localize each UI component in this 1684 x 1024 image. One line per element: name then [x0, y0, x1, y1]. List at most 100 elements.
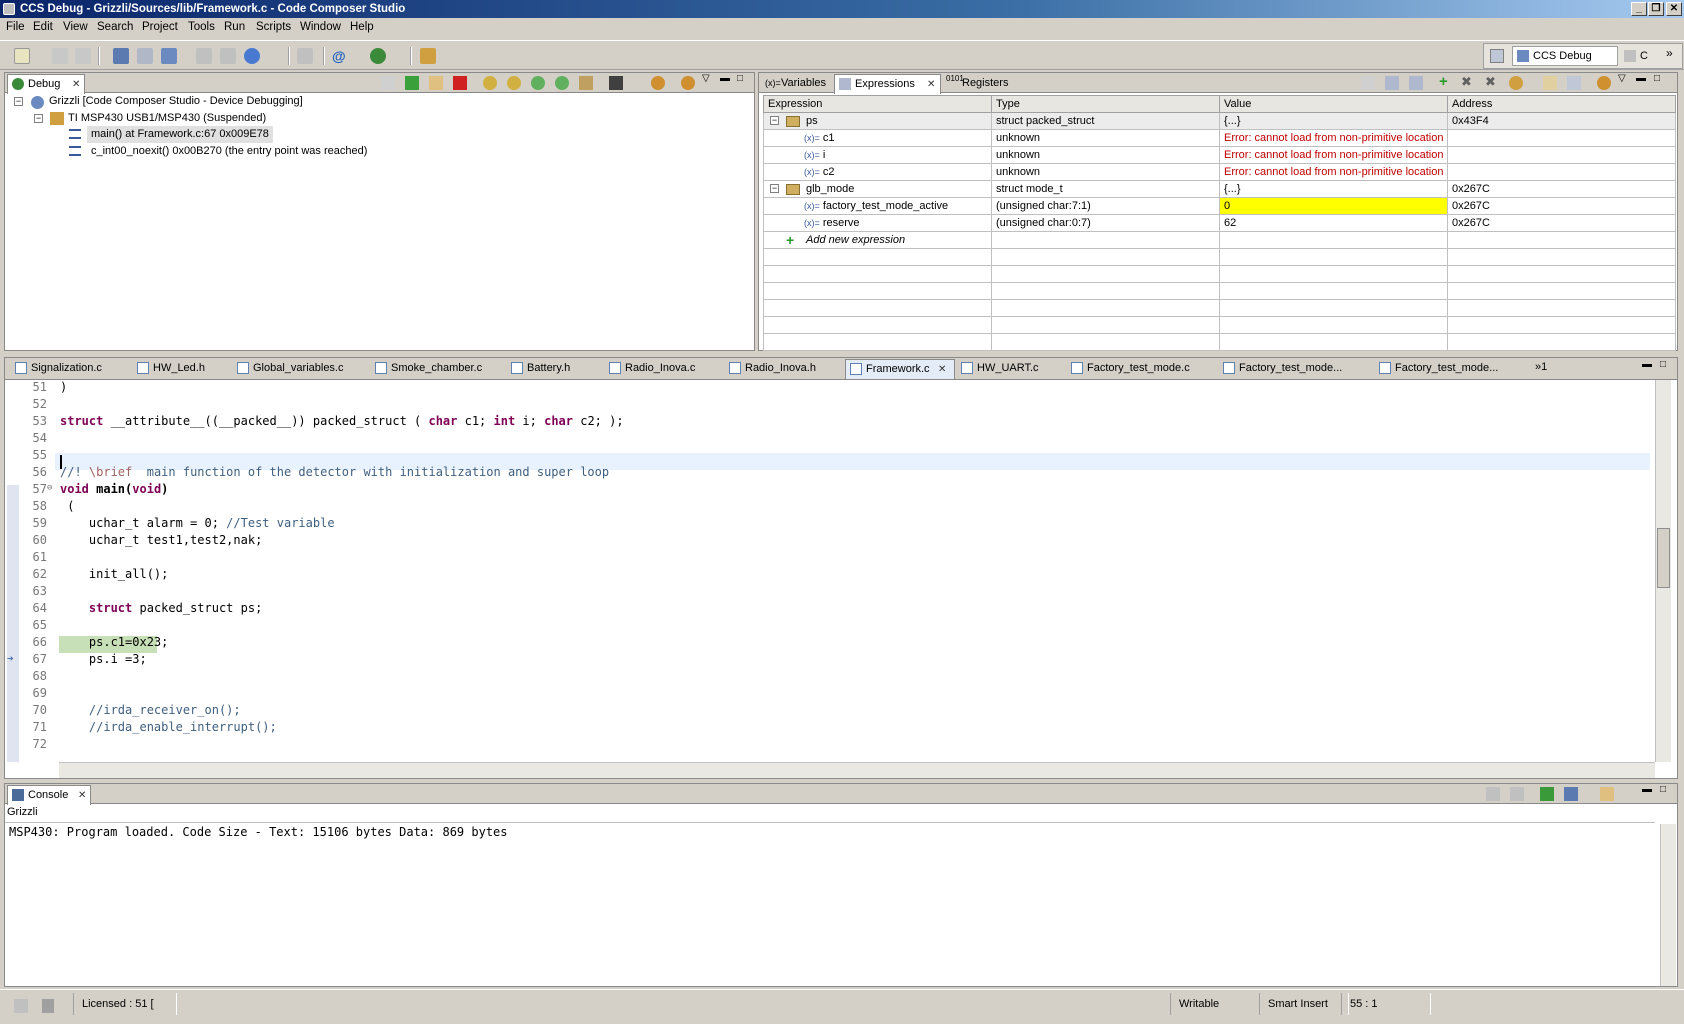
- reset-icon[interactable]: [196, 48, 212, 64]
- collapse-icon[interactable]: [1409, 76, 1423, 90]
- expression-cell[interactable]: − glb_mode: [763, 180, 992, 198]
- expression-cell[interactable]: (x)= i: [763, 146, 992, 164]
- tab-smoke-chamber-c[interactable]: Smoke_chamber.c: [371, 359, 505, 378]
- step-over-icon[interactable]: [507, 76, 521, 90]
- remove-all-icon[interactable]: ✖: [1485, 74, 1496, 90]
- tab-factory-test-mode-2[interactable]: Factory_test_mode...: [1219, 359, 1373, 378]
- table-row[interactable]: + Add new expression: [763, 231, 1676, 249]
- save-icon[interactable]: [52, 48, 68, 64]
- suspend-icon[interactable]: [429, 76, 443, 90]
- menu-search[interactable]: Search: [97, 21, 133, 33]
- menu-file[interactable]: File: [6, 21, 25, 33]
- open-console-icon[interactable]: [1600, 787, 1614, 801]
- table-row[interactable]: (x)= c2 unknown Error: cannot load from …: [763, 163, 1676, 181]
- display-console-icon[interactable]: [1564, 787, 1578, 801]
- external-tools-icon[interactable]: [420, 48, 436, 64]
- remove-expression-icon[interactable]: ✖: [1461, 74, 1472, 90]
- minimize-view-icon[interactable]: ▬: [1636, 73, 1646, 84]
- add-new-expression[interactable]: + Add new expression: [763, 231, 992, 249]
- tab-hw-uart-c[interactable]: HW_UART.c: [957, 359, 1065, 378]
- tab-console[interactable]: Console ✕: [7, 785, 91, 805]
- clear-console-icon[interactable]: [1486, 787, 1500, 801]
- tab-signalization-c[interactable]: Signalization.c: [11, 359, 131, 378]
- at-icon[interactable]: @: [332, 48, 348, 64]
- table-row[interactable]: (x)= factory_test_mode_active (unsigned …: [763, 197, 1676, 215]
- tab-global-variables-c[interactable]: Global_variables.c: [233, 359, 369, 378]
- expression-cell[interactable]: (x)= factory_test_mode_active: [763, 197, 992, 215]
- connect-icon[interactable]: [137, 48, 153, 64]
- tree-expander[interactable]: −: [34, 114, 43, 123]
- value-cell[interactable]: Error: cannot load from non-primitive lo…: [1219, 129, 1448, 147]
- menu-help[interactable]: Help: [350, 21, 374, 33]
- collapse-all-icon[interactable]: [1361, 76, 1375, 90]
- maximize-view-icon[interactable]: □: [1660, 784, 1666, 795]
- terminal-icon[interactable]: [297, 48, 313, 64]
- show-type-icon[interactable]: [1385, 76, 1399, 90]
- resume-icon[interactable]: [405, 76, 419, 90]
- minimize-view-icon[interactable]: ▬: [1642, 784, 1652, 795]
- column-header-type[interactable]: Type: [991, 95, 1220, 113]
- maximize-view-icon[interactable]: □: [1654, 73, 1660, 84]
- table-row[interactable]: (x)= i unknown Error: cannot load from n…: [763, 146, 1676, 164]
- tree-expander[interactable]: −: [14, 97, 23, 106]
- load-program-icon[interactable]: [161, 48, 177, 64]
- tab-framework-c[interactable]: Framework.c ✕: [845, 359, 955, 379]
- new-icon[interactable]: [14, 48, 30, 64]
- menu-scripts[interactable]: Scripts: [256, 21, 291, 33]
- pin-icon[interactable]: [1543, 76, 1557, 90]
- expression-cell[interactable]: (x)= c1: [763, 129, 992, 147]
- pin-console-icon[interactable]: [1540, 787, 1554, 801]
- column-header-expression[interactable]: Expression: [763, 95, 992, 113]
- continuous-refresh-icon[interactable]: [1597, 76, 1611, 90]
- close-icon[interactable]: ✕: [938, 361, 946, 379]
- assembly-step-icon[interactable]: [555, 76, 569, 90]
- tree-item-project[interactable]: Grizzli [Code Composer Studio - Device D…: [49, 93, 303, 110]
- table-row[interactable]: (x)= c1 unknown Error: cannot load from …: [763, 129, 1676, 147]
- run-to-icon[interactable]: [579, 76, 593, 90]
- value-cell[interactable]: Error: cannot load from non-primitive lo…: [1219, 163, 1448, 181]
- close-icon[interactable]: ✕: [927, 76, 935, 94]
- tree-item-frame-cint[interactable]: c_int00_noexit() 0x00B270 (the entry poi…: [87, 143, 371, 160]
- maximize-view-icon[interactable]: □: [1660, 359, 1666, 370]
- menu-edit[interactable]: Edit: [33, 21, 53, 33]
- tree-item-device[interactable]: TI MSP430 USB1/MSP430 (Suspended): [68, 110, 266, 127]
- scroll-lock-icon[interactable]: [1510, 787, 1524, 801]
- fold-icon[interactable]: ⊖: [47, 483, 52, 493]
- tab-factory-test-mode-3[interactable]: Factory_test_mode...: [1375, 359, 1527, 378]
- reset-cpu-icon[interactable]: [609, 76, 623, 90]
- tab-factory-test-mode-c[interactable]: Factory_test_mode.c: [1067, 359, 1217, 378]
- tab-expressions[interactable]: Expressions ✕: [834, 74, 941, 94]
- close-icon[interactable]: ✕: [78, 787, 86, 805]
- fast-view-icon[interactable]: [14, 999, 28, 1013]
- menu-tools[interactable]: Tools: [188, 21, 215, 33]
- editor-horizontal-scrollbar[interactable]: [59, 762, 1655, 778]
- tab-overflow[interactable]: »1: [1535, 361, 1547, 373]
- debug-config-icon[interactable]: [370, 48, 386, 64]
- step-into-icon[interactable]: [483, 76, 497, 90]
- tab-registers[interactable]: 0101 Registers: [942, 74, 1022, 93]
- table-row[interactable]: (x)= reserve (unsigned char:0:7) 62 0x26…: [763, 214, 1676, 232]
- add-expression-icon[interactable]: +: [1439, 73, 1448, 90]
- restart-icon[interactable]: [220, 48, 236, 64]
- close-icon[interactable]: ✕: [72, 76, 80, 94]
- menu-window[interactable]: Window: [300, 21, 341, 33]
- table-row[interactable]: − glb_mode struct mode_t {...} 0x267C: [763, 180, 1676, 198]
- minimize-view-icon[interactable]: ▬: [720, 73, 730, 84]
- tab-debug[interactable]: Debug ✕: [7, 74, 85, 94]
- debug-view-icon[interactable]: [113, 48, 129, 64]
- remove-terminated-icon[interactable]: [381, 76, 395, 90]
- close-button[interactable]: ✕: [1666, 2, 1682, 16]
- refresh-icon[interactable]: [1509, 76, 1523, 90]
- value-cell[interactable]: {...}: [1219, 112, 1448, 130]
- tab-battery-h[interactable]: Battery.h: [507, 359, 603, 378]
- tab-hw-led-h[interactable]: HW_Led.h: [133, 359, 231, 378]
- maximize-view-icon[interactable]: □: [737, 73, 743, 84]
- new-view-icon[interactable]: [1567, 76, 1581, 90]
- expression-cell[interactable]: − ps: [763, 112, 992, 130]
- value-cell[interactable]: 62: [1219, 214, 1448, 232]
- table-row[interactable]: − ps struct packed_struct {...} 0x43F4: [763, 112, 1676, 130]
- value-cell-changed[interactable]: 0: [1219, 197, 1448, 215]
- tree-expander[interactable]: −: [770, 184, 779, 193]
- console-vertical-scrollbar[interactable]: [1660, 824, 1676, 986]
- view-menu-icon[interactable]: ▽: [702, 73, 710, 84]
